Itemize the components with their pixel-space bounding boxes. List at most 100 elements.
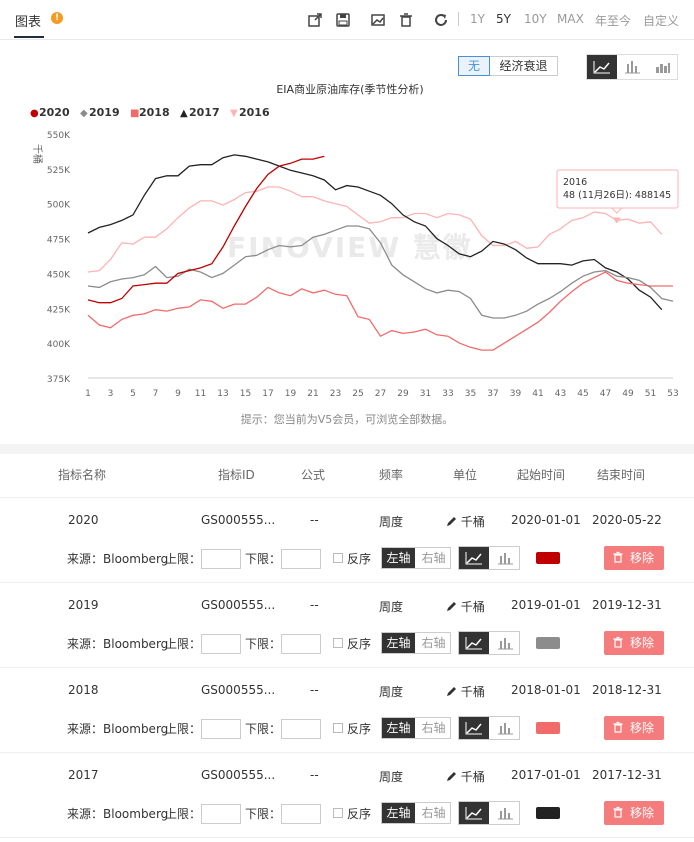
bar-chart-icon[interactable] [490,547,520,569]
edit-icon[interactable] [446,516,457,527]
remove-button[interactable]: 移除 [604,716,664,740]
refresh-icon[interactable] [433,12,449,28]
overlay-none-button[interactable]: 无 [458,56,490,76]
lower-limit-input[interactable] [281,804,321,824]
bar-chart-icon[interactable] [490,802,520,824]
image-icon[interactable] [370,12,386,28]
series-color-swatch[interactable] [536,722,560,734]
lower-limit-input[interactable] [281,634,321,654]
row-indicator-id[interactable]: GS000555... [201,598,275,612]
left-axis-button[interactable]: 左轴 [382,803,415,823]
overlay-recession-button[interactable]: 经济衰退 [490,56,558,76]
remove-label: 移除 [630,721,655,735]
reverse-checkbox[interactable] [333,553,343,563]
upper-limit-input[interactable] [201,719,241,739]
trash-icon [613,721,623,733]
bar-chart-icon[interactable] [490,632,520,654]
series-chart-type-toggle [458,801,520,825]
col-formula-header: 公式 [301,468,326,482]
reverse-label: 反序 [347,807,372,821]
area-chart-icon[interactable] [647,55,677,79]
col-end-header: 结束时间 [597,468,646,482]
x-tick-label: 41 [532,389,543,399]
series-color-swatch[interactable] [536,637,560,649]
edit-icon[interactable] [446,601,457,612]
range-max[interactable]: MAX [557,12,584,26]
col-start-header: 起始时间 [517,468,566,482]
left-axis-button[interactable]: 左轴 [382,718,415,738]
row-unit[interactable]: 千桶 [446,683,485,700]
row-unit-label: 千桶 [460,685,485,699]
left-axis-button[interactable]: 左轴 [382,633,415,653]
line-chart-icon[interactable] [587,55,617,79]
lower-limit-input[interactable] [281,549,321,569]
row-formula: -- [310,683,319,697]
range-ytd[interactable]: 年至今 [595,12,631,29]
range-custom[interactable]: 自定义 [643,12,679,29]
lower-limit-input[interactable] [281,719,321,739]
section-divider [0,444,694,454]
col-unit-header: 单位 [453,468,478,482]
tooltip-value: 48 (11月26日): 488145 [563,190,671,201]
range-1y[interactable]: 1Y [470,12,485,26]
edit-icon[interactable] [446,771,457,782]
x-tick-label: 21 [307,389,318,399]
line-chart-icon[interactable] [459,717,489,739]
upper-limit-input[interactable] [201,549,241,569]
line-chart-icon[interactable] [459,547,489,569]
legend-label: 2018 [139,106,170,119]
series-color-swatch[interactable] [536,807,560,819]
series-chart-type-toggle [458,546,520,570]
x-tick-label: 15 [240,389,251,399]
share-icon[interactable] [307,12,323,28]
series-color-swatch[interactable] [536,552,560,564]
remove-button[interactable]: 移除 [604,801,664,825]
row-unit[interactable]: 千桶 [446,598,485,615]
y-tick-label: 550K [47,131,71,141]
row-indicator-id[interactable]: GS000555... [201,768,275,782]
legend-label: 2019 [89,106,120,119]
save-icon[interactable] [335,12,351,28]
range-5y[interactable]: 5Y [496,12,511,26]
row-unit-label: 千桶 [460,515,485,529]
row-indicator-id[interactable]: GS000555... [201,683,275,697]
row-start-date: 2019-01-01 [511,598,581,612]
row-formula: -- [310,768,319,782]
reverse-checkbox[interactable] [333,638,343,648]
edit-icon[interactable] [446,686,457,697]
right-axis-button[interactable]: 右轴 [417,548,450,568]
upper-limit-input[interactable] [201,804,241,824]
right-axis-button[interactable]: 右轴 [417,718,450,738]
reverse-checkbox[interactable] [333,723,343,733]
left-axis-button[interactable]: 左轴 [382,548,415,568]
row-unit[interactable]: 千桶 [446,768,485,785]
bar-chart-icon[interactable] [617,55,647,79]
range-10y[interactable]: 10Y [524,12,547,26]
delete-icon[interactable] [398,12,414,28]
y-tick-label: 475K [47,236,71,246]
remove-button[interactable]: 移除 [604,631,664,655]
x-tick-label: 43 [555,389,566,399]
row-name: 2020 [68,513,99,527]
x-tick-label: 39 [510,389,522,399]
line-chart-icon[interactable] [459,632,489,654]
upper-limit-input[interactable] [201,634,241,654]
tab-chart[interactable]: 图表 [15,11,41,30]
x-tick-label: 23 [330,389,341,399]
right-axis-button[interactable]: 右轴 [417,633,450,653]
row-indicator-id[interactable]: GS000555... [201,513,275,527]
trash-icon [613,806,623,818]
chart-title: EIA商业原油库存(季节性分析) [276,82,423,96]
line-chart-icon[interactable] [459,802,489,824]
row-frequency: 周度 [379,600,404,614]
right-axis-button[interactable]: 右轴 [417,803,450,823]
reverse-checkbox[interactable] [333,808,343,818]
axis-toggle: 左轴 右轴 [381,802,451,824]
row-unit[interactable]: 千桶 [446,513,485,530]
row-end-date: 2017-12-31 [592,768,662,782]
info-icon[interactable]: ! [51,12,63,24]
series-line-2020 [87,155,325,304]
remove-button[interactable]: 移除 [604,546,664,570]
lower-limit-label: 下限： [245,807,282,821]
bar-chart-icon[interactable] [490,717,520,739]
